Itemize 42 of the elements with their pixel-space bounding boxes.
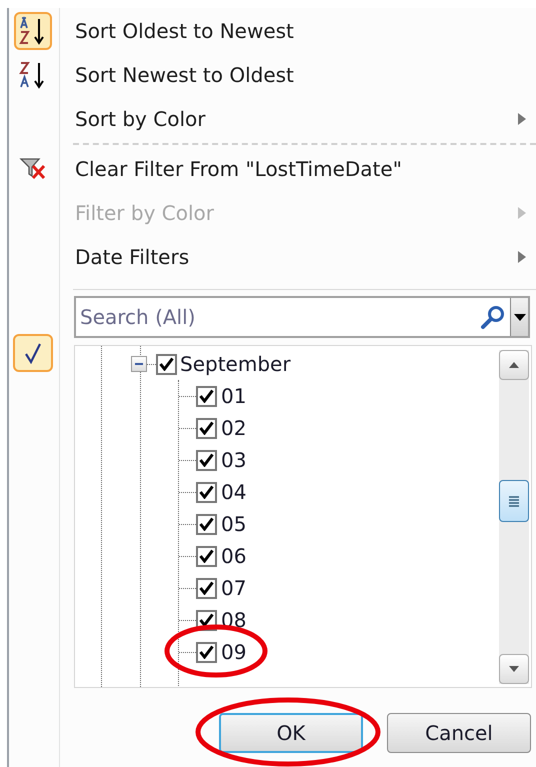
scrollbar[interactable] [499,350,529,684]
submenu-arrow-icon [518,113,526,125]
tree-item-label[interactable]: 03 [221,445,246,475]
checkbox[interactable] [196,482,217,502]
tree-item-label[interactable]: 02 [221,413,246,443]
dialog-button[interactable]: Cancel [387,713,531,753]
search-input[interactable]: Search (All) [76,298,480,336]
dialog-button[interactable]: OK [219,713,363,753]
search-icon[interactable] [480,304,506,330]
up-arrow-icon [509,362,519,368]
tree-item-label[interactable]: 01 [221,381,246,411]
menu-item[interactable]: Date Filters [75,242,536,272]
checkbox[interactable] [156,354,177,374]
checkbox[interactable] [196,418,217,438]
submenu-arrow-icon [518,207,526,219]
dropdown-button[interactable] [510,298,528,336]
tree-item-label[interactable]: 05 [221,509,246,539]
menu-item[interactable]: Sort by Color [75,104,536,134]
checkbox[interactable] [196,386,217,406]
clear-filter-icon [19,156,47,182]
tree-item-label[interactable]: September [180,349,291,379]
checkbox[interactable] [196,450,217,470]
menu-item[interactable]: Sort Oldest to Newest [75,16,536,46]
caret-icon [514,314,526,320]
tree-item-label[interactable]: 09 [221,637,246,667]
grip-icon [508,495,520,507]
down-arrow-icon [509,666,519,672]
search-field[interactable]: Search (All) [74,296,530,338]
tree-item-label[interactable]: 04 [221,477,246,507]
checkbox[interactable] [196,514,217,534]
tree-item-label[interactable]: 06 [221,541,246,571]
scroll-thumb[interactable] [499,480,529,522]
scroll-down-button[interactable] [499,654,529,684]
submenu-arrow-icon [518,251,526,263]
menu-item[interactable]: Sort Newest to Oldest [75,60,536,90]
checkbox[interactable] [196,546,217,566]
tree-item-label[interactable]: 07 [221,573,246,603]
checkbox[interactable] [196,578,217,598]
menu-item[interactable]: Clear Filter From "LostTimeDate" [75,154,536,184]
scroll-up-button[interactable] [499,350,529,380]
checkbox[interactable] [196,642,217,662]
collapse-icon[interactable] [131,356,147,372]
